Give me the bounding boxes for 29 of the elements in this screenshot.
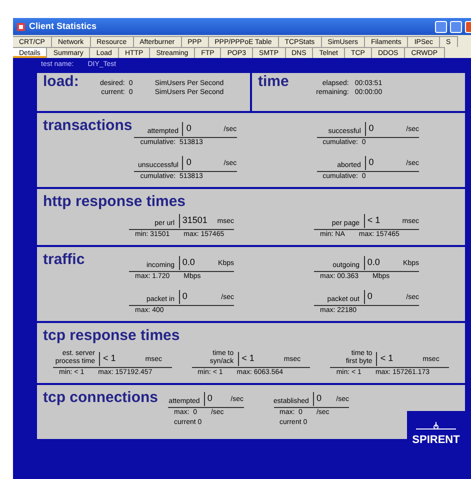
metric-value: < 1	[102, 352, 117, 365]
metric-value: 0	[206, 392, 214, 405]
metric-value: < 1	[240, 352, 256, 365]
metric-value: 0	[368, 122, 375, 135]
section-title: transactions	[43, 118, 132, 134]
section-title: tcp connections	[43, 390, 158, 406]
window-title: Client Statistics	[29, 20, 97, 33]
metric-value: 0	[366, 290, 374, 303]
app-icon	[16, 22, 26, 32]
close-button[interactable]	[465, 20, 471, 32]
metric-value: 31501	[181, 214, 208, 227]
section-title: time	[258, 74, 289, 92]
metric-value: 0.0	[366, 256, 381, 269]
minimize-button[interactable]	[435, 20, 447, 32]
metric-value: 0	[368, 156, 375, 169]
maximize-button[interactable]	[450, 20, 462, 32]
logo-text: SPIRENT	[412, 433, 460, 448]
metric-value: 0	[185, 122, 192, 135]
metric-value: 0.0	[181, 256, 196, 269]
logo-mark-icon	[416, 422, 456, 432]
metric-value: 0	[185, 156, 192, 169]
section-title: traffic	[43, 252, 85, 268]
section-title: tcp response times	[43, 328, 180, 344]
section-title: load:	[43, 74, 79, 92]
metric-value: < 1	[379, 352, 394, 365]
metric-value: 0	[315, 392, 322, 405]
metric-value: 0	[181, 290, 188, 303]
section-title: http response times	[43, 194, 186, 210]
metric-value: < 1	[366, 214, 382, 227]
